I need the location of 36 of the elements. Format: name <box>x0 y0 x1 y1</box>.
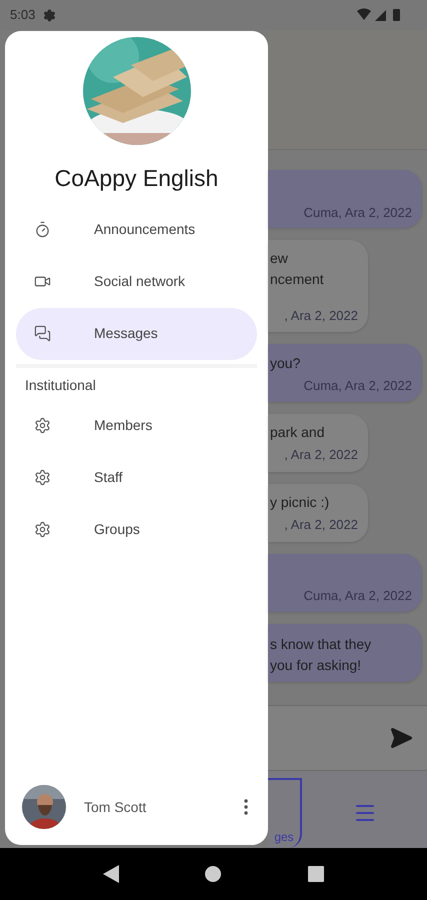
message-date: , Ara 2, 2022 <box>283 516 358 534</box>
message-date: , Ara 2, 2022 <box>283 307 358 325</box>
drawer-item[interactable]: Social network <box>16 256 257 308</box>
drawer-item[interactable]: Staff <box>16 452 257 504</box>
timer-icon <box>34 221 51 238</box>
recents-icon[interactable] <box>308 866 324 882</box>
more-options-button[interactable] <box>242 797 250 817</box>
message-input-field[interactable] <box>268 705 427 771</box>
back-icon[interactable] <box>103 865 120 883</box>
gear-icon <box>34 521 51 538</box>
chat-bubbles-icon <box>34 325 51 342</box>
message-text: ncement <box>270 270 325 289</box>
drawer-item[interactable]: Messages <box>16 308 257 360</box>
message-date: Cuma, Ara 2, 2022 <box>302 204 412 222</box>
kebab-icon <box>244 799 248 815</box>
message-text: y picnic :) <box>270 492 330 512</box>
home-icon[interactable] <box>205 866 222 882</box>
message-text: park and <box>270 422 326 442</box>
status-time: 5:03 <box>10 6 36 24</box>
section-title: Institutional <box>25 376 97 394</box>
settings-icon <box>43 8 56 22</box>
message-text: you? <box>270 354 302 373</box>
message-text: s know that they <box>270 634 372 654</box>
message-date: Cuma, Ara 2, 2022 <box>302 587 412 605</box>
drawer-item[interactable]: Announcements <box>16 204 257 256</box>
drawer-title: CoAppy English <box>54 164 218 193</box>
gear-icon <box>34 469 51 486</box>
send-icon <box>389 726 413 750</box>
message-date: Cuma, Ara 2, 2022 <box>302 377 412 395</box>
message-date: , Ara 2, 2022 <box>283 446 358 464</box>
drawer-item[interactable]: Members <box>16 400 257 452</box>
user-name: Tom Scott <box>84 798 148 816</box>
message-text: ew <box>270 249 289 268</box>
message-text: you for asking! <box>270 656 362 675</box>
drawer-item[interactable]: Groups <box>16 504 257 556</box>
gear-icon <box>34 417 51 434</box>
